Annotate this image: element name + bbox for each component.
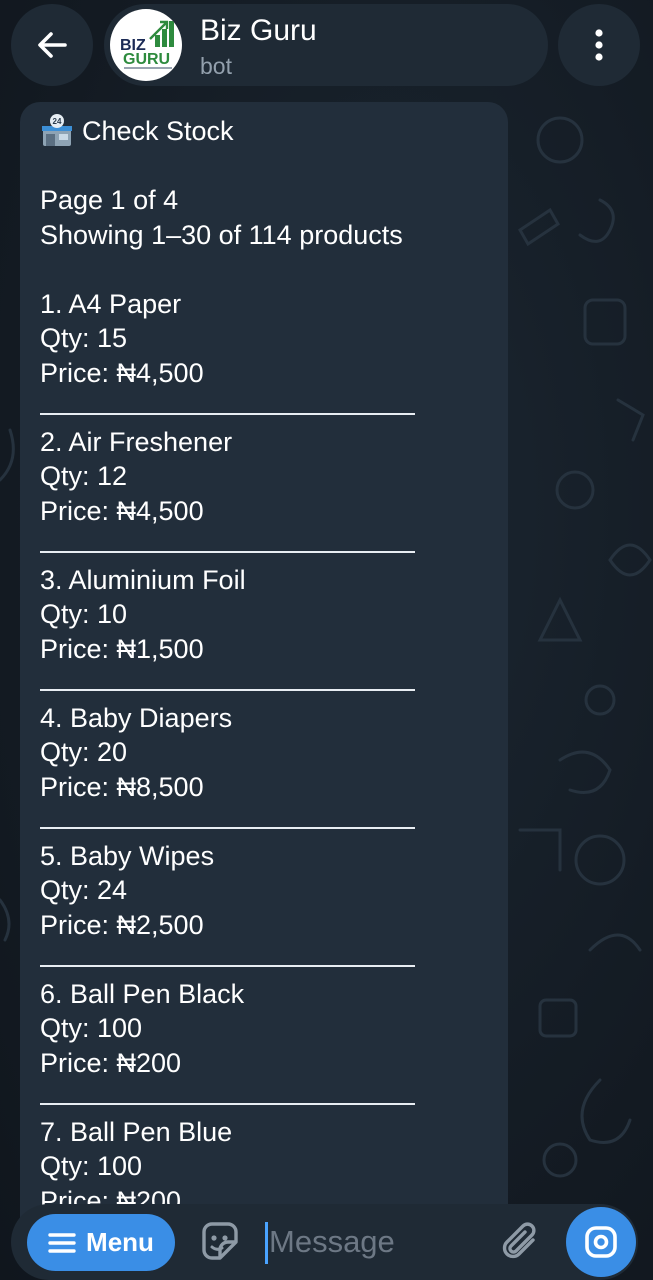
- page-info: Page 1 of 4: [40, 185, 179, 215]
- product-item: 4. Baby Diapers Qty: 20 Price: ₦8,500: [40, 701, 480, 839]
- menu-lines-icon: [48, 1232, 76, 1253]
- paperclip-icon[interactable]: [499, 1220, 543, 1264]
- product-name: 4. Baby Diapers: [40, 702, 233, 733]
- chat-screen: BIZ GURU Biz Guru bot 24 Check Stock Pag…: [0, 0, 653, 1280]
- product-item: 1. A4 Paper Qty: 15 Price: ₦4,500: [40, 287, 480, 425]
- product-price: Price: ₦8,500: [40, 771, 204, 802]
- bot-avatar[interactable]: BIZ GURU: [110, 9, 182, 81]
- message-text: 24 Check Stock Page 1 of 4 Showing 1–30 …: [40, 114, 480, 1218]
- biz-guru-logo: BIZ GURU: [120, 20, 174, 69]
- product-qty: Qty: 12: [40, 461, 128, 491]
- product-divider: [40, 804, 480, 839]
- bot-name: Biz Guru: [200, 14, 317, 47]
- menu-label: Menu: [86, 1227, 154, 1257]
- product-item: 5. Baby Wipes Qty: 24 Price: ₦2,500: [40, 839, 480, 977]
- product-name: 6. Ball Pen Black: [40, 978, 245, 1009]
- product-name: 5. Baby Wipes: [40, 840, 215, 871]
- product-name: 3. Aluminium Foil: [40, 564, 246, 595]
- camera-icon: [585, 1226, 617, 1258]
- product-qty: Qty: 15: [40, 323, 128, 353]
- message-bubble[interactable]: 24 Check Stock Page 1 of 4 Showing 1–30 …: [20, 102, 508, 1242]
- product-name: 2. Air Freshener: [40, 426, 233, 457]
- bot-menu-button[interactable]: Menu: [27, 1214, 175, 1271]
- composer-bar: Menu: [11, 1204, 638, 1280]
- product-price: Price: ₦4,500: [40, 357, 204, 388]
- camera-button[interactable]: [566, 1207, 636, 1277]
- product-item: 2. Air Freshener Qty: 12 Price: ₦4,500: [40, 425, 480, 563]
- product-name: 7. Ball Pen Blue: [40, 1116, 233, 1147]
- product-qty: Qty: 20: [40, 737, 128, 767]
- product-item: 3. Aluminium Foil Qty: 10 Price: ₦1,500: [40, 563, 480, 701]
- product-divider: [40, 1080, 480, 1115]
- product-price: Price: ₦4,500: [40, 495, 204, 526]
- chat-header[interactable]: BIZ GURU Biz Guru bot: [104, 4, 548, 86]
- message-input[interactable]: [269, 1220, 489, 1264]
- product-divider: [40, 528, 480, 563]
- product-divider: [40, 390, 480, 425]
- back-arrow-icon: [38, 32, 67, 58]
- product-item: 7. Ball Pen Blue Qty: 100 Price: ₦200: [40, 1115, 480, 1219]
- product-qty: Qty: 24: [40, 875, 128, 905]
- product-qty: Qty: 100: [40, 1151, 143, 1181]
- sticker-icon[interactable]: [196, 1218, 244, 1266]
- bot-status: bot: [200, 53, 232, 79]
- product-price: Price: ₦200: [40, 1047, 182, 1078]
- message-title: Check Stock: [82, 116, 234, 146]
- text-cursor: [265, 1222, 268, 1264]
- showing-count: Showing 1–30 of 114 products: [40, 219, 403, 250]
- more-vertical-icon: [595, 29, 603, 61]
- message-title-row: 24 Check Stock: [40, 114, 480, 149]
- product-qty: Qty: 100: [40, 1013, 143, 1043]
- more-options-button[interactable]: [558, 4, 640, 86]
- store-24-icon: 24: [42, 114, 72, 147]
- product-divider: [40, 942, 480, 977]
- product-qty: Qty: 10: [40, 599, 128, 629]
- svg-text:24: 24: [53, 117, 62, 126]
- product-item: 6. Ball Pen Black Qty: 100 Price: ₦200: [40, 977, 480, 1115]
- product-price: Price: ₦2,500: [40, 909, 204, 940]
- product-price: Price: ₦1,500: [40, 633, 204, 664]
- back-button[interactable]: [11, 4, 93, 86]
- svg-text:GURU: GURU: [123, 51, 170, 68]
- product-divider: [40, 666, 480, 701]
- product-name: 1. A4 Paper: [40, 288, 182, 319]
